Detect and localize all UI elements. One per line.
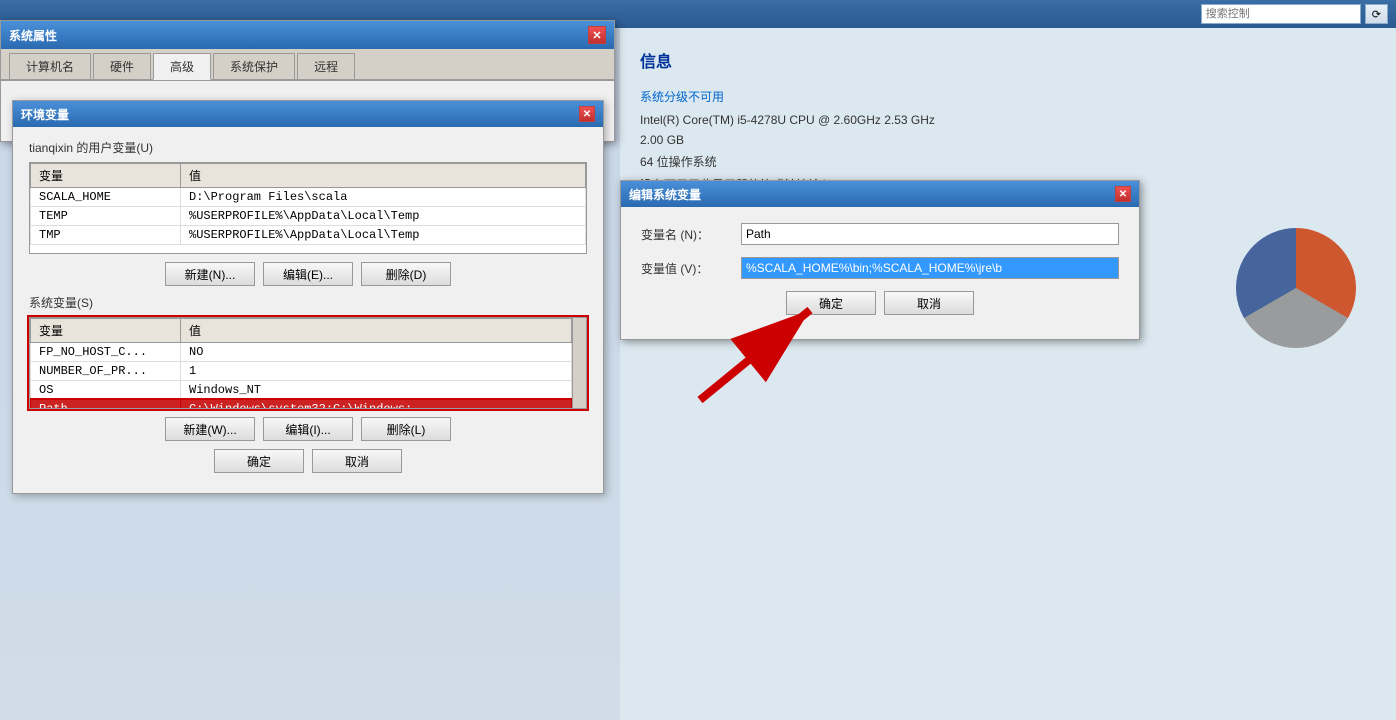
user-vars-label: tianqixin 的用户变量(U) — [29, 139, 587, 156]
sys-edit-button[interactable]: 编辑(I)... — [263, 417, 353, 441]
env-cancel-button[interactable]: 取消 — [312, 449, 402, 473]
info-title: 信息 — [640, 48, 1376, 72]
var-value-label: 变量值 (V)： — [641, 260, 741, 277]
info-panel: 信息 系统分级不可用 Intel(R) Core(TM) i5-4278U CP… — [620, 28, 1396, 720]
os-type-info: 64 位操作系统 — [640, 153, 1376, 170]
edit-var-title: 编辑系统变量 — [629, 186, 701, 203]
var-value: 1 — [181, 362, 572, 381]
sys-vars-label: 系统变量(S) — [29, 294, 587, 311]
env-vars-body: tianqixin 的用户变量(U) 变量 值 SCALA_HOME D:\Pr… — [13, 127, 603, 493]
var-value: NO — [181, 343, 572, 362]
table-row[interactable]: FP_NO_HOST_C... NO — [31, 343, 572, 362]
logo-circle — [1236, 228, 1356, 348]
user-vars-table: 变量 值 SCALA_HOME D:\Program Files\scala T… — [30, 163, 586, 245]
var-name-path: Path — [31, 400, 181, 409]
var-name-row: 变量名 (N)： — [641, 223, 1119, 245]
edit-cancel-button[interactable]: 取消 — [884, 291, 974, 315]
system-rating-link[interactable]: 系统分级不可用 — [640, 88, 1376, 105]
env-vars-close-button[interactable]: ✕ — [579, 106, 595, 122]
var-value: %USERPROFILE%\AppData\Local\Temp — [181, 207, 586, 226]
var-name: SCALA_HOME — [31, 188, 181, 207]
var-value: D:\Program Files\scala — [181, 188, 586, 207]
system-props-title: 系统属性 — [9, 27, 57, 44]
edit-var-body: 变量名 (N)： 变量值 (V)： 确定 取消 — [621, 207, 1139, 339]
scrollbar-vertical[interactable] — [572, 318, 586, 408]
sys-col-var: 变量 — [31, 319, 181, 343]
var-value-input[interactable] — [741, 257, 1119, 279]
env-ok-button[interactable]: 确定 — [214, 449, 304, 473]
sys-vars-buttons: 新建(W)... 编辑(I)... 删除(L) — [29, 417, 587, 441]
var-value-path: C:\Windows\system32;C:\Windows;... — [181, 400, 572, 409]
user-col-val: 值 — [181, 164, 586, 188]
tab-hardware[interactable]: 硬件 — [93, 53, 151, 79]
edit-var-buttons: 确定 取消 — [641, 291, 1119, 315]
user-vars-buttons: 新建(N)... 编辑(E)... 删除(D) — [29, 262, 587, 286]
var-value: Windows_NT — [181, 381, 572, 400]
table-row[interactable]: TEMP %USERPROFILE%\AppData\Local\Temp — [31, 207, 586, 226]
user-new-button[interactable]: 新建(N)... — [165, 262, 255, 286]
table-row[interactable]: NUMBER_OF_PR... 1 — [31, 362, 572, 381]
var-name: TEMP — [31, 207, 181, 226]
table-row[interactable]: TMP %USERPROFILE%\AppData\Local\Temp — [31, 226, 586, 245]
user-edit-button[interactable]: 编辑(E)... — [263, 262, 353, 286]
tab-computer-name[interactable]: 计算机名 — [9, 53, 91, 79]
var-name-label: 变量名 (N)： — [641, 226, 741, 243]
env-vars-titlebar: 环境变量 ✕ — [13, 101, 603, 127]
sys-col-val: 值 — [181, 319, 572, 343]
system-props-close-button[interactable]: ✕ — [588, 26, 606, 44]
env-bottom-buttons: 确定 取消 — [29, 449, 587, 473]
tab-remote[interactable]: 远程 — [297, 53, 355, 79]
sys-new-button[interactable]: 新建(W)... — [165, 417, 255, 441]
ram-info: 2.00 GB — [640, 133, 1376, 147]
edit-var-titlebar: 编辑系统变量 ✕ — [621, 181, 1139, 207]
var-value: %USERPROFILE%\AppData\Local\Temp — [181, 226, 586, 245]
edit-ok-button[interactable]: 确定 — [786, 291, 876, 315]
sys-vars-table: 变量 值 FP_NO_HOST_C... NO NUMBER — [30, 318, 572, 408]
user-col-var: 变量 — [31, 164, 181, 188]
sys-vars-section: 系统变量(S) 变量 值 — [29, 294, 587, 441]
var-name: OS — [31, 381, 181, 400]
var-name: NUMBER_OF_PR... — [31, 362, 181, 381]
var-name-input[interactable] — [741, 223, 1119, 245]
edit-var-close-button[interactable]: ✕ — [1115, 186, 1131, 202]
user-vars-section: tianqixin 的用户变量(U) 变量 值 SCALA_HOME D:\Pr… — [29, 139, 587, 286]
tab-advanced[interactable]: 高级 — [153, 53, 211, 80]
user-delete-button[interactable]: 删除(D) — [361, 262, 451, 286]
search-button[interactable]: ⟳ — [1365, 4, 1388, 24]
sys-delete-button[interactable]: 删除(L) — [361, 417, 451, 441]
var-name: FP_NO_HOST_C... — [31, 343, 181, 362]
var-name: TMP — [31, 226, 181, 245]
table-row-selected[interactable]: Path C:\Windows\system32;C:\Windows;... — [31, 400, 572, 409]
table-row[interactable]: OS Windows_NT — [31, 381, 572, 400]
dialog-edit-var: 编辑系统变量 ✕ 变量名 (N)： 变量值 (V)： 确定 取消 — [620, 180, 1140, 340]
var-value-row: 变量值 (V)： — [641, 257, 1119, 279]
tab-system-protection[interactable]: 系统保护 — [213, 53, 295, 79]
search-bar: ⟳ — [1201, 4, 1388, 24]
env-vars-title: 环境变量 — [21, 106, 69, 123]
dialog-env-vars: 环境变量 ✕ tianqixin 的用户变量(U) 变量 值 SCALA_HOM… — [12, 100, 604, 494]
system-props-titlebar: 系统属性 ✕ — [1, 21, 614, 49]
search-input[interactable] — [1201, 4, 1361, 24]
table-row[interactable]: SCALA_HOME D:\Program Files\scala — [31, 188, 586, 207]
system-props-tabs: 计算机名 硬件 高级 系统保护 远程 — [1, 49, 614, 81]
cpu-info: Intel(R) Core(TM) i5-4278U CPU @ 2.60GHz… — [640, 113, 1376, 127]
